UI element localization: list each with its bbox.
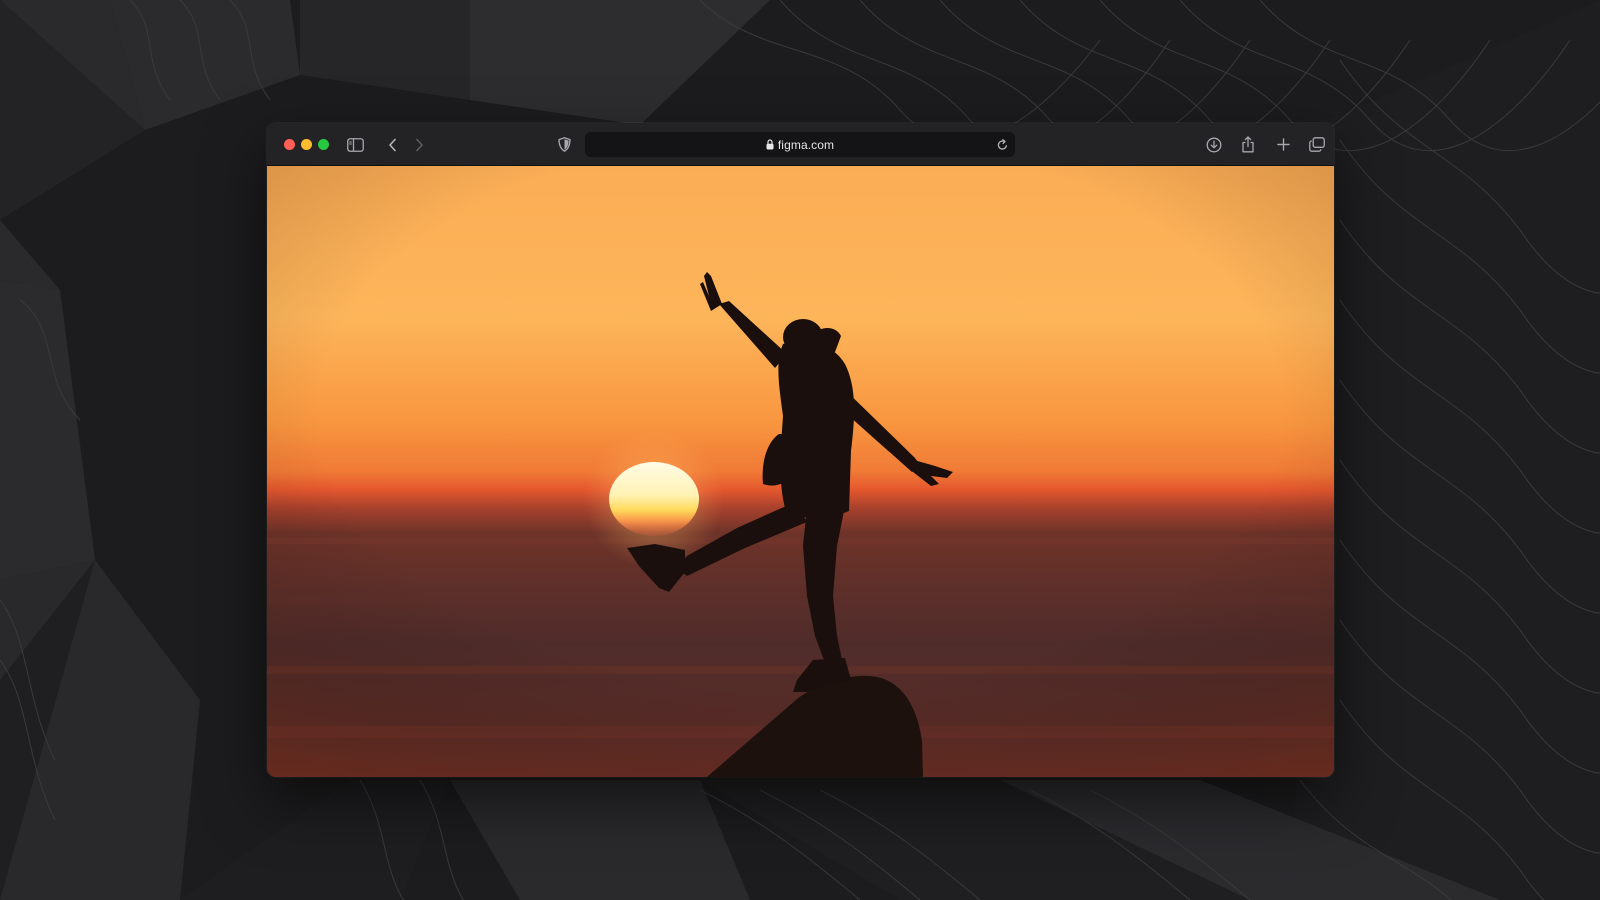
browser-toolbar: figma.com [267, 123, 1334, 166]
new-tab-button[interactable] [1275, 136, 1291, 153]
shield-icon [557, 137, 571, 152]
reload-button[interactable] [995, 137, 1009, 152]
privacy-report-button[interactable] [556, 136, 572, 153]
sidebar-toggle-button[interactable] [346, 136, 364, 153]
downloads-button[interactable] [1205, 136, 1223, 153]
reload-icon [997, 138, 1007, 150]
address-bar[interactable]: figma.com [585, 132, 1015, 157]
zoom-button[interactable] [318, 139, 329, 150]
tab-overview-button[interactable] [1308, 136, 1326, 153]
sidebar-icon [346, 137, 364, 152]
forward-icon [415, 138, 423, 151]
close-button[interactable] [284, 139, 295, 150]
share-icon [1242, 136, 1254, 153]
address-text: figma.com [777, 137, 835, 152]
tab-overview-icon [1309, 137, 1325, 152]
browser-window: figma.com [267, 123, 1334, 777]
new-tab-icon [1276, 138, 1290, 151]
forward-button[interactable] [412, 136, 426, 153]
share-button[interactable] [1240, 135, 1256, 154]
back-icon [388, 138, 396, 151]
lock-icon [766, 139, 774, 150]
back-button[interactable] [385, 136, 399, 153]
sunset-photo [267, 166, 1334, 777]
minimize-button[interactable] [301, 139, 312, 150]
page-viewport [267, 166, 1334, 777]
download-icon [1206, 137, 1222, 152]
